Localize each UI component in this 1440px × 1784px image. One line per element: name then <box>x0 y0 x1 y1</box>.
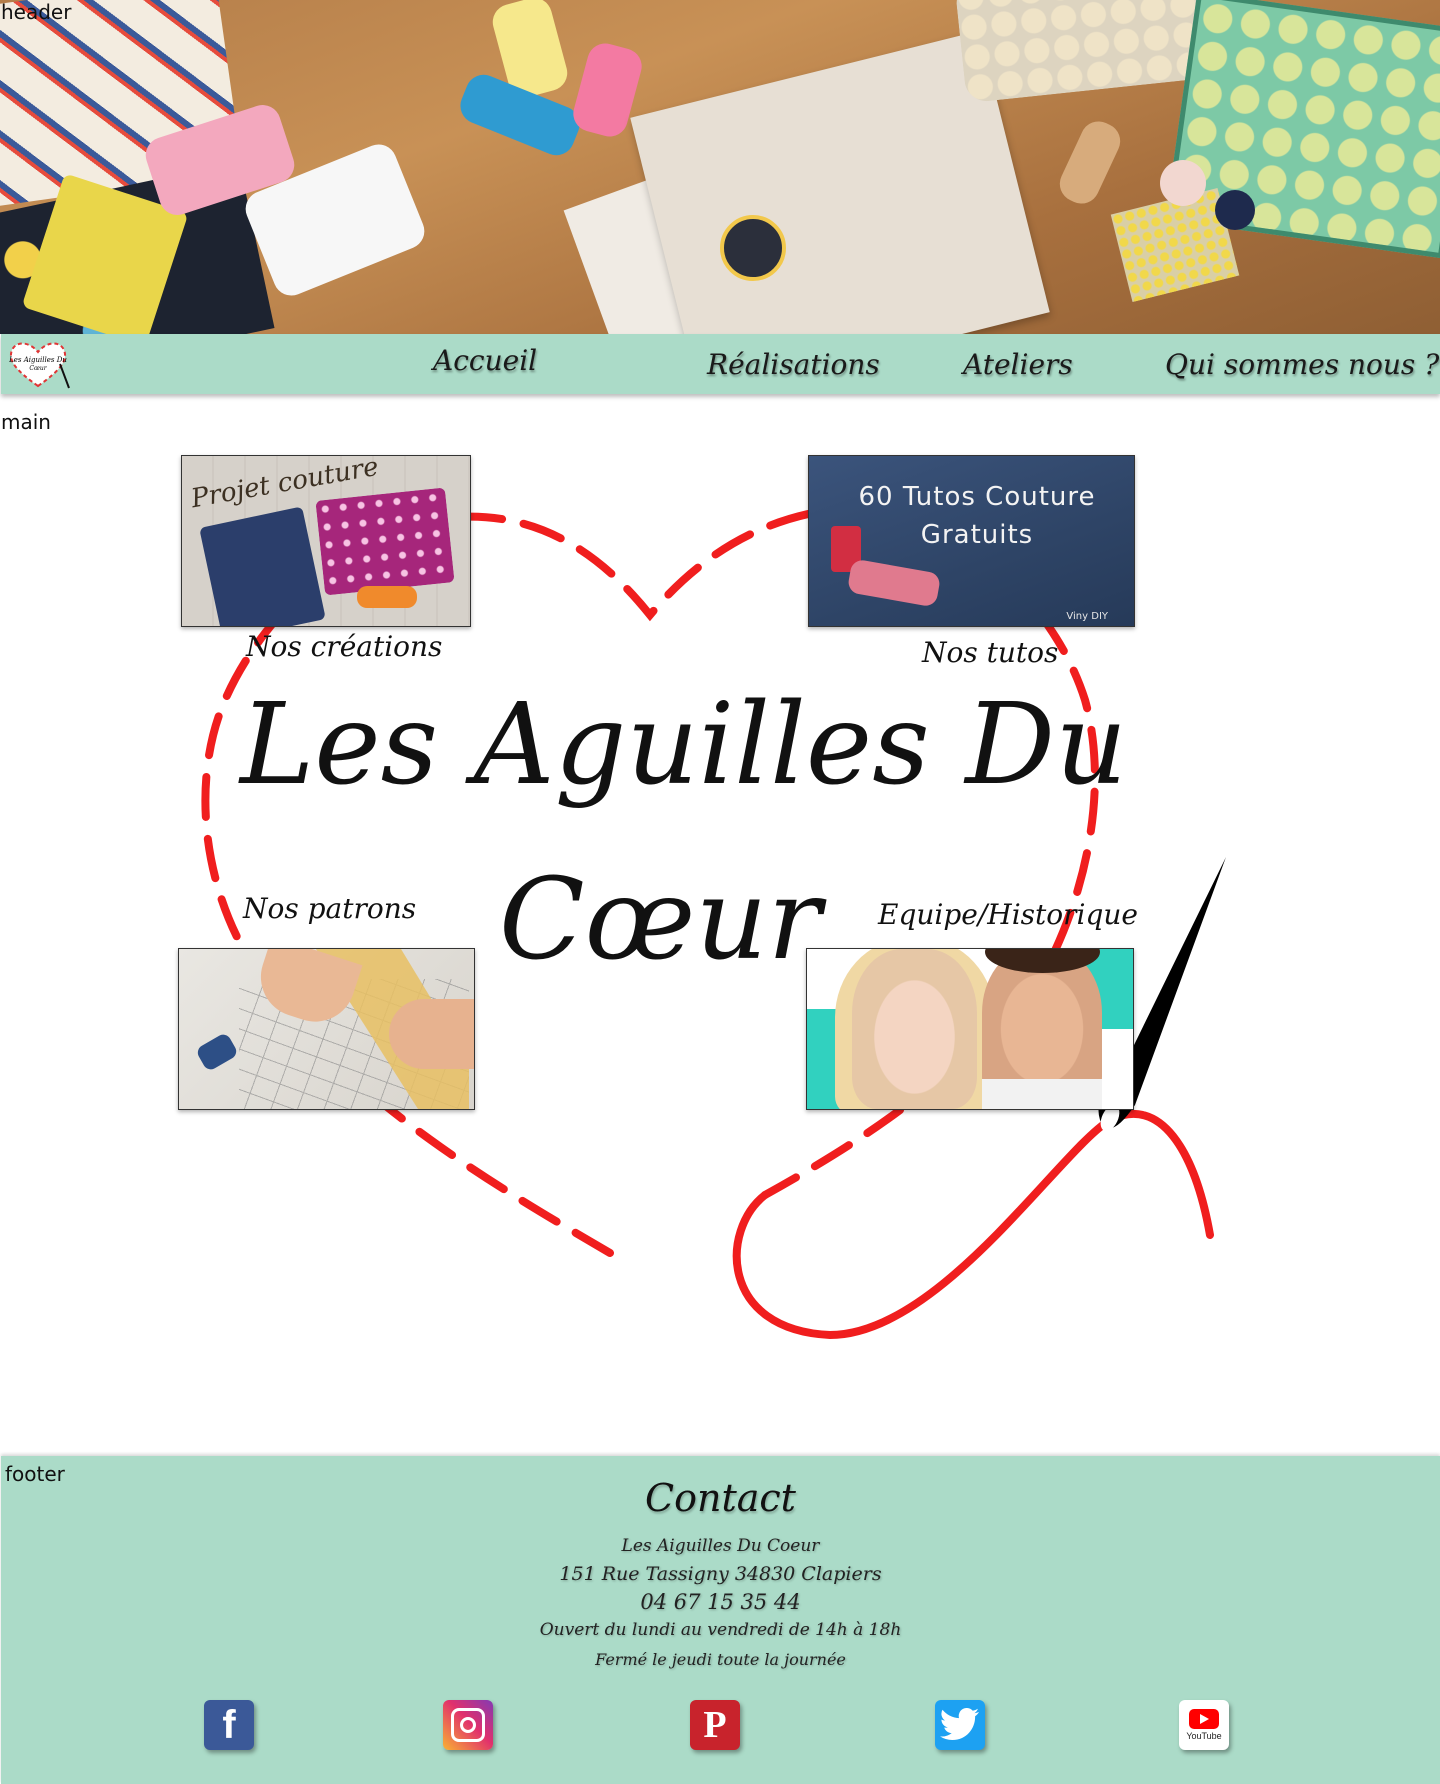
caption-nos-creations[interactable]: Nos créations <box>246 630 442 663</box>
instagram-icon[interactable] <box>443 1700 493 1750</box>
youtube-label: YouTube <box>1186 1731 1222 1741</box>
contact-address: 151 Rue Tassigny 34830 Clapiers <box>559 1563 882 1585</box>
site-title-line1: Les Aguilles Du <box>240 680 1128 810</box>
thumbnail-watermark: Viny DIY <box>1066 611 1108 622</box>
footer: footer Contact Les Aiguilles Du Coeur 15… <box>1 1456 1440 1784</box>
patrons-thumbnail[interactable] <box>178 948 475 1110</box>
thumbnail-text: 60 Tutos Couture Gratuits <box>858 482 1096 550</box>
tutos-thumbnail[interactable]: 60 Tutos Couture Gratuits Viny DIY <box>808 455 1135 627</box>
caption-nos-patrons[interactable]: Nos patrons <box>243 892 416 925</box>
twitter-icon[interactable] <box>935 1700 985 1750</box>
contact-name: Les Aiguilles Du Coeur <box>621 1536 820 1556</box>
caption-equipe-historique[interactable]: Equipe/Historique <box>878 898 1138 931</box>
facebook-icon[interactable]: f <box>204 1700 254 1750</box>
contact-phone: 04 67 15 35 44 <box>640 1590 801 1614</box>
header-label: header <box>1 0 72 24</box>
pinterest-icon[interactable]: P <box>690 1700 740 1750</box>
contact-hours: Ouvert du lundi au vendredi de 14h à 18h <box>539 1620 902 1640</box>
youtube-icon[interactable]: YouTube <box>1179 1700 1229 1750</box>
creations-thumbnail[interactable]: Projet couture <box>181 455 471 627</box>
caption-nos-tutos[interactable]: Nos tutos <box>922 636 1058 669</box>
equipe-thumbnail[interactable] <box>806 948 1134 1110</box>
site-title-line2: Cœur <box>498 855 822 985</box>
contact-title: Contact <box>645 1476 796 1520</box>
contact-closed: Fermé le jeudi toute la journée <box>595 1650 846 1669</box>
